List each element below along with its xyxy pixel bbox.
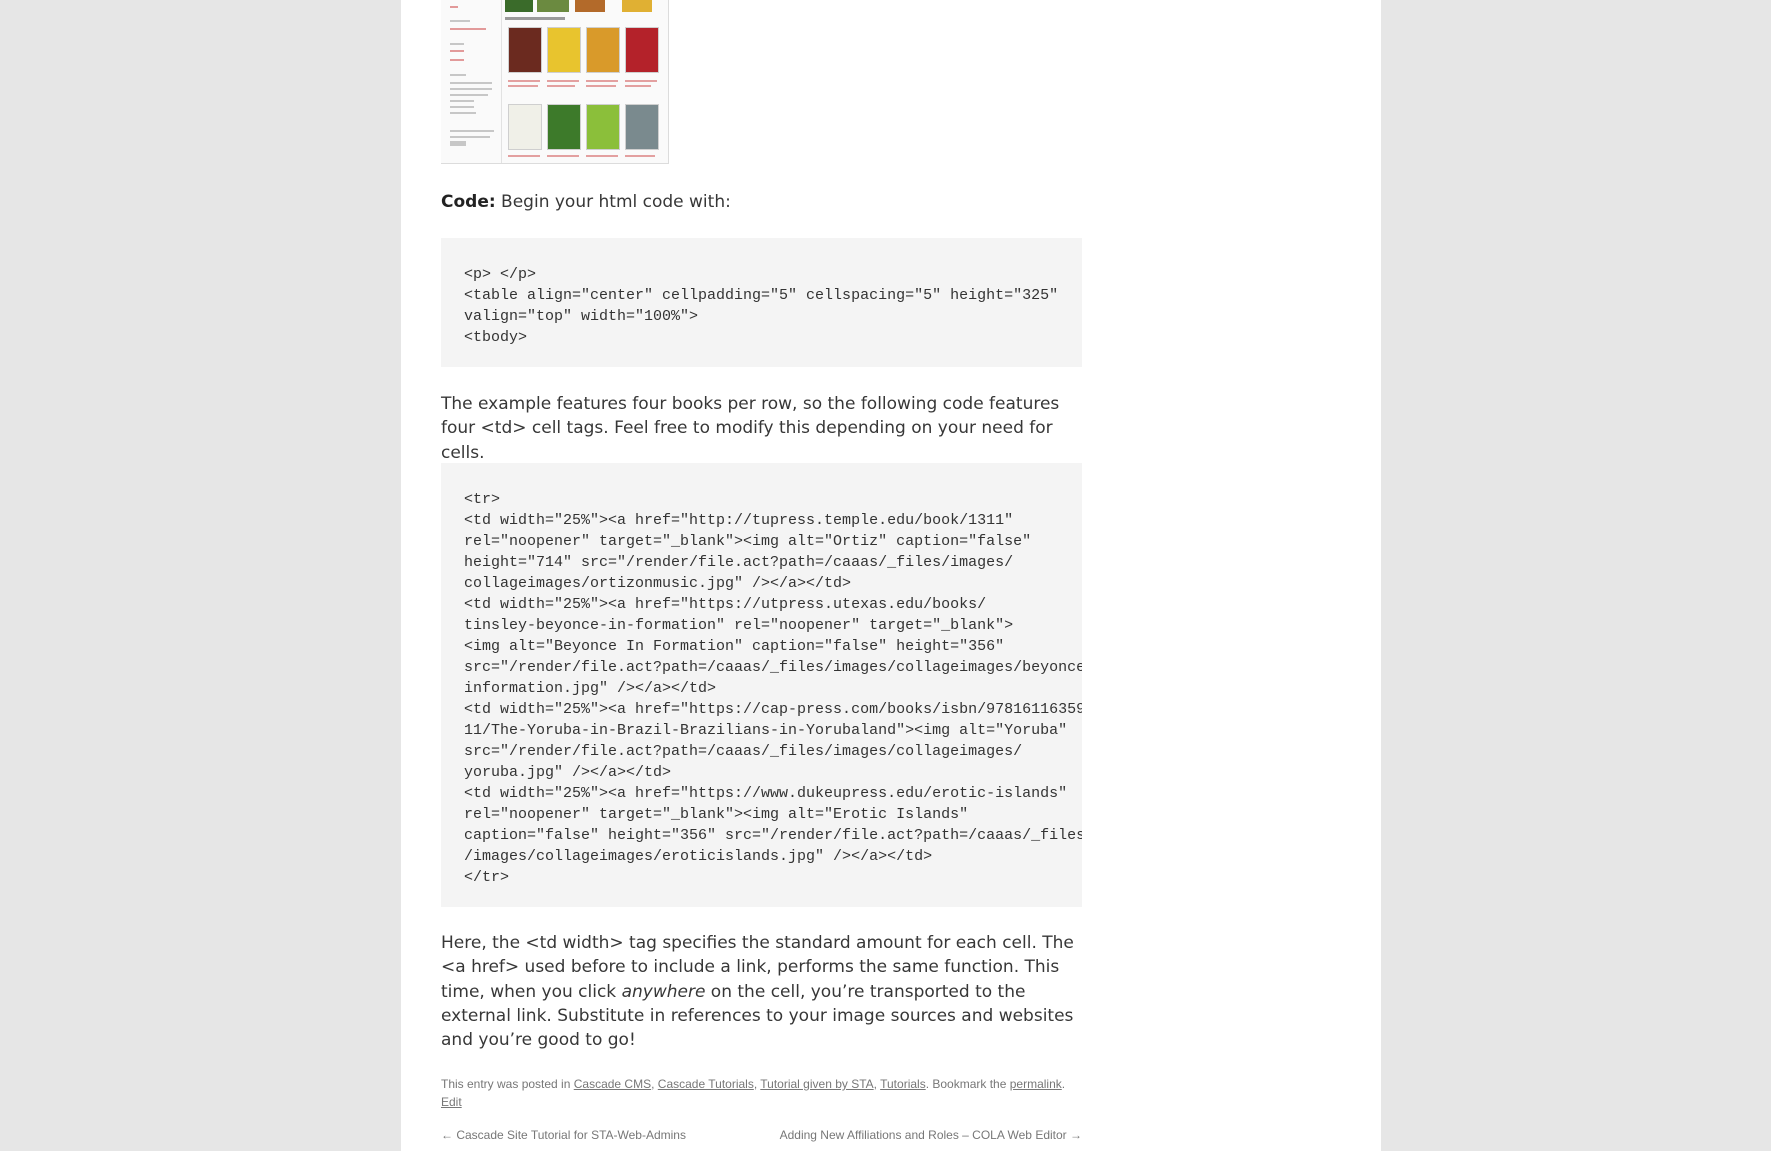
book-cover-ortiz [508, 27, 542, 73]
code-block-table-start: <p> </p> <table align="center" cellpaddi… [441, 238, 1082, 367]
next-post-link[interactable]: Adding New Affiliations and Roles – COLA… [780, 1128, 1082, 1142]
previous-post-link[interactable]: ← Cascade Site Tutorial for STA-Web-Admi… [441, 1128, 686, 1142]
code-intro-text: Begin your html code with: [495, 192, 731, 212]
explanation-emphasis: anywhere [621, 981, 706, 1002]
page-container: Code: Begin your html code with: <p> </p… [401, 0, 1381, 1151]
bookmark-text: . Bookmark the [925, 1077, 1010, 1091]
book-cover-row2-3 [586, 104, 620, 150]
book-cover-erotic-islands [625, 27, 659, 73]
book-cover-row2-2 [547, 104, 581, 150]
example-paragraph: The example features four books per row,… [441, 394, 1060, 463]
collage-screenshot-image[interactable] [441, 0, 669, 164]
edit-link[interactable]: Edit [441, 1095, 462, 1109]
category-link-tutorial-given-by-sta[interactable]: Tutorial given by STA [760, 1077, 873, 1091]
code-intro-paragraph: Code: Begin your html code with: [441, 190, 1082, 214]
book-cover-row2-1 [508, 104, 542, 150]
book-cover-yoruba [586, 27, 620, 73]
separator: , [651, 1077, 658, 1091]
category-link-cascade-tutorials[interactable]: Cascade Tutorials [658, 1077, 754, 1091]
category-link-tutorials[interactable]: Tutorials [880, 1077, 926, 1091]
entry-meta-prefix: This entry was posted in [441, 1077, 574, 1091]
meta-period: . [1061, 1077, 1066, 1091]
permalink-link[interactable]: permalink [1010, 1077, 1062, 1091]
explanation-paragraph: Here, the <td width> tag specifies the s… [441, 931, 1082, 1052]
code-label: Code: [441, 192, 496, 212]
book-cover-beyonce [547, 27, 581, 73]
code-block-table-row: <tr> <td width="25%"><a href="http://tup… [441, 463, 1082, 907]
book-cover-row2-4 [625, 104, 659, 150]
thumbnail-sidebar [441, 0, 502, 163]
category-link-cascade-cms[interactable]: Cascade CMS [574, 1077, 651, 1091]
entry-meta: This entry was posted in Cascade CMS, Ca… [441, 1075, 1082, 1111]
